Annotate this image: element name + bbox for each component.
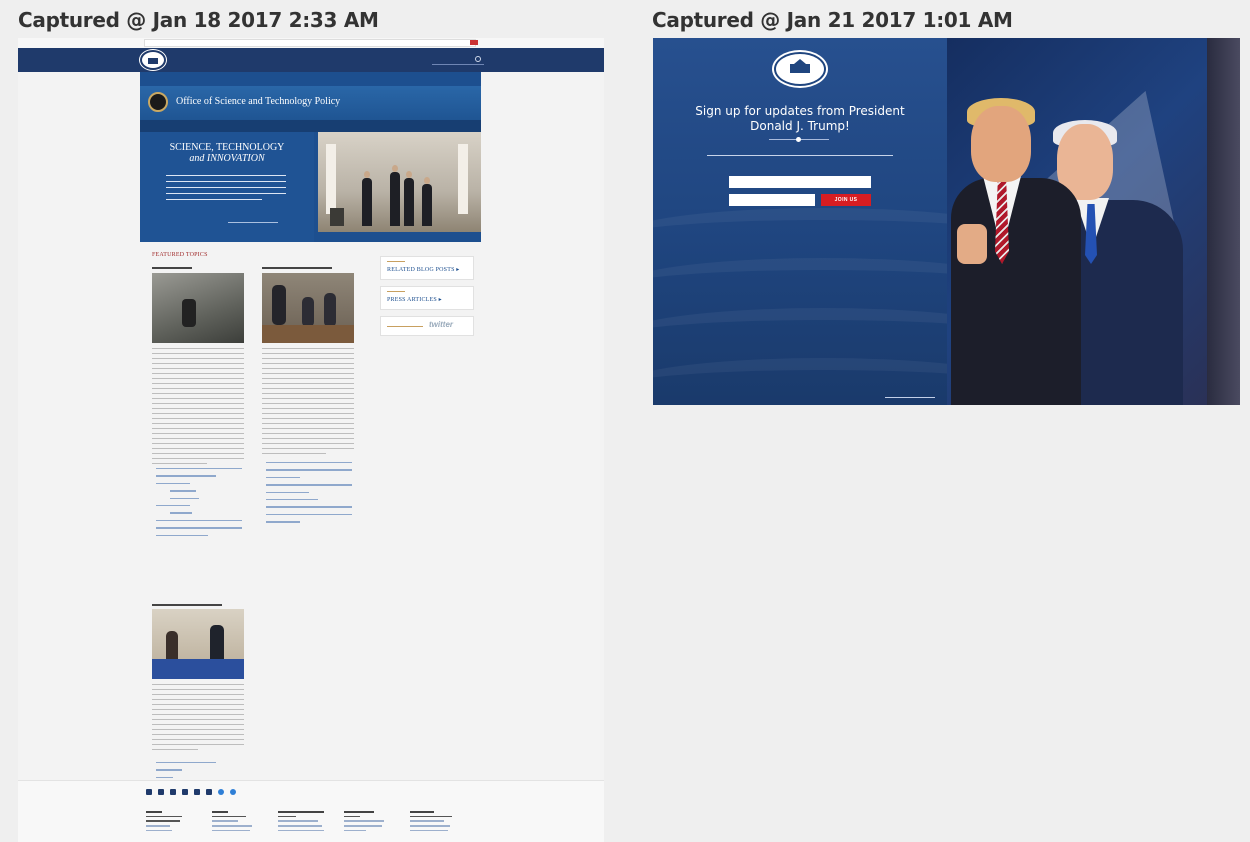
photo-column bbox=[326, 144, 336, 214]
photo-person bbox=[272, 285, 286, 325]
climate-photo[interactable] bbox=[152, 273, 244, 343]
signup-subtitle bbox=[673, 153, 927, 157]
hero-photo bbox=[314, 132, 481, 232]
utility-bar bbox=[144, 39, 476, 47]
instagram-icon[interactable] bbox=[158, 789, 164, 795]
office-title-bar: Office of Science and Technology Policy bbox=[140, 86, 481, 120]
footer-column-5 bbox=[410, 811, 452, 835]
trump-face bbox=[971, 106, 1031, 182]
email-icon[interactable] bbox=[230, 789, 236, 795]
search-icon[interactable] bbox=[475, 56, 481, 62]
featured-topics-heading: FEATURED TOPICS bbox=[152, 252, 208, 258]
zip-code-field[interactable] bbox=[729, 194, 815, 206]
photo-person bbox=[182, 299, 196, 327]
photo-person bbox=[422, 177, 432, 226]
join-us-button[interactable]: JOIN US bbox=[821, 194, 871, 206]
section-heading-science-fair bbox=[152, 604, 222, 606]
new-whitehouse-page-screenshot: Sign up for updates from President Donal… bbox=[653, 38, 1240, 405]
hero-heading-line1: SCIENCE, TECHNOLOGY bbox=[169, 142, 285, 153]
footer-column-heading bbox=[146, 811, 162, 813]
hero-text-panel: SCIENCE, TECHNOLOGY and INNOVATION bbox=[140, 132, 314, 242]
logo-building bbox=[790, 64, 810, 73]
office-title[interactable]: Office of Science and Technology Policy bbox=[176, 96, 340, 107]
white-house-seal-icon[interactable] bbox=[140, 50, 166, 70]
footer-column-1 bbox=[146, 811, 182, 835]
twitter-follow-box[interactable]: twitter bbox=[380, 316, 474, 336]
photo-person bbox=[404, 171, 414, 226]
photo-column bbox=[458, 144, 468, 214]
old-ostp-page-screenshot: Office of Science and Technology Policy … bbox=[18, 38, 604, 842]
ostp-seal-icon bbox=[148, 92, 168, 112]
main-navbar bbox=[18, 48, 604, 72]
photo-chair bbox=[330, 208, 344, 226]
office-subnav bbox=[140, 120, 481, 132]
photo-table bbox=[262, 325, 354, 343]
footer-column-2 bbox=[212, 811, 252, 835]
photo-person bbox=[362, 171, 372, 226]
title-divider bbox=[769, 137, 829, 142]
language-flag-icon[interactable] bbox=[470, 40, 478, 45]
photo-person bbox=[302, 297, 314, 327]
photo-tablecloth bbox=[152, 659, 244, 679]
signup-panel: Sign up for updates from President Donal… bbox=[653, 38, 947, 405]
hero-attribution bbox=[228, 222, 278, 224]
trump-pence-photo bbox=[947, 38, 1240, 405]
climate-body-text bbox=[152, 348, 244, 468]
side-box-kicker bbox=[387, 261, 405, 263]
press-articles-label: PRESS ARTICLES ▸ bbox=[387, 297, 442, 303]
climate-link-list[interactable] bbox=[156, 468, 242, 542]
hero-heading: SCIENCE, TECHNOLOGY and INNOVATION bbox=[152, 142, 302, 164]
open-government-link-list[interactable] bbox=[266, 462, 352, 529]
background-curtain bbox=[1207, 38, 1240, 405]
trump-suit bbox=[951, 178, 1081, 405]
press-articles-box[interactable]: PRESS ARTICLES ▸ bbox=[380, 286, 474, 310]
follow-us-label bbox=[387, 326, 423, 328]
footer-column-3 bbox=[278, 811, 324, 835]
footer-column-heading bbox=[278, 811, 324, 813]
section-heading-climate bbox=[152, 267, 192, 269]
science-fair-photo[interactable] bbox=[152, 609, 244, 679]
white-house-logo-icon[interactable] bbox=[774, 52, 826, 86]
footer-column-heading bbox=[344, 811, 374, 813]
capture-caption-left: Captured @ Jan 18 2017 2:33 AM bbox=[18, 8, 379, 32]
social-icons bbox=[146, 789, 236, 795]
related-blog-posts-label: RELATED BLOG POSTS ▸ bbox=[387, 267, 460, 273]
footer-column-heading bbox=[410, 811, 434, 813]
flickr-icon[interactable] bbox=[182, 789, 188, 795]
hero-heading-line2: and INNOVATION bbox=[189, 153, 265, 164]
photo-person bbox=[390, 165, 400, 226]
twitter-icon[interactable] bbox=[146, 789, 152, 795]
section-heading-open-government bbox=[262, 267, 332, 269]
site-footer bbox=[18, 780, 604, 842]
signup-title: Sign up for updates from President Donal… bbox=[695, 104, 905, 133]
capture-caption-right: Captured @ Jan 21 2017 1:01 AM bbox=[652, 8, 1013, 32]
photo-person bbox=[324, 293, 336, 327]
chat-icon[interactable] bbox=[218, 789, 224, 795]
youtube-icon[interactable] bbox=[194, 789, 200, 795]
footer-column-heading bbox=[212, 811, 228, 813]
open-government-body-text bbox=[262, 348, 354, 458]
continue-to-website-link[interactable] bbox=[885, 397, 935, 399]
footer-column-4 bbox=[344, 811, 384, 835]
side-box-kicker bbox=[387, 291, 405, 293]
hero-quote bbox=[166, 175, 286, 205]
email-field[interactable] bbox=[729, 176, 871, 188]
google-plus-icon[interactable] bbox=[206, 789, 212, 795]
twitter-logo-icon: twitter bbox=[429, 320, 453, 329]
top-utility-strip bbox=[18, 38, 604, 48]
facebook-icon[interactable] bbox=[170, 789, 176, 795]
ostp-header: Office of Science and Technology Policy … bbox=[140, 72, 481, 242]
thumbs-up-hand bbox=[957, 224, 987, 264]
related-blog-posts-box[interactable]: RELATED BLOG POSTS ▸ bbox=[380, 256, 474, 280]
science-fair-body-text bbox=[152, 684, 244, 754]
open-government-photo[interactable] bbox=[262, 273, 354, 343]
